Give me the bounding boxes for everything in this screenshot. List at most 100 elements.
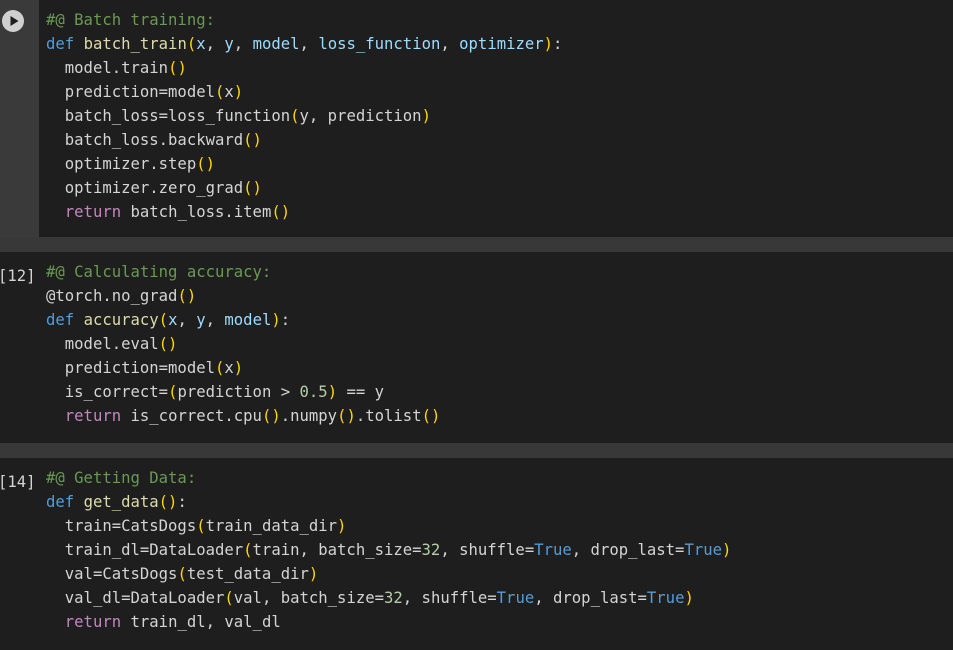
code-line[interactable]: def accuracy(x, y, model): bbox=[46, 308, 953, 332]
code-token: 32 bbox=[384, 589, 403, 607]
code-token: ( bbox=[243, 541, 253, 559]
code-token: : bbox=[280, 311, 291, 329]
code-token: return bbox=[64, 203, 122, 221]
code-token: def bbox=[46, 493, 75, 511]
code-line[interactable]: #@ Batch training: bbox=[46, 8, 953, 32]
code-token: () bbox=[158, 493, 178, 511]
code-token: , drop_last= bbox=[571, 541, 685, 559]
code-token: x bbox=[224, 359, 234, 377]
code-token: () bbox=[177, 287, 197, 305]
code-line[interactable]: is_correct=(prediction > 0.5) == y bbox=[46, 380, 953, 404]
code-token: True bbox=[684, 541, 723, 559]
code-token: .tolist bbox=[355, 407, 422, 425]
code-line[interactable]: model.eval() bbox=[46, 332, 953, 356]
code-token: , bbox=[233, 35, 253, 53]
code-line[interactable]: @torch.no_grad() bbox=[46, 284, 953, 308]
code-token: ( bbox=[196, 517, 206, 535]
code-token: 32 bbox=[421, 541, 441, 559]
code-token: accuracy bbox=[83, 311, 159, 329]
code-editor[interactable]: #@ Getting Data: def get_data(): train=Ca… bbox=[46, 466, 953, 634]
code-token: ( bbox=[215, 83, 225, 101]
code-token: ) bbox=[308, 565, 319, 583]
code-line[interactable]: prediction=model(x) bbox=[46, 356, 953, 380]
code-line[interactable]: train=CatsDogs(train_data_dir) bbox=[46, 514, 953, 538]
code-line[interactable]: prediction=model(x) bbox=[46, 80, 953, 104]
code-line[interactable]: val=CatsDogs(test_data_dir) bbox=[46, 562, 953, 586]
code-line[interactable]: model.train() bbox=[46, 56, 953, 80]
code-token: , shuffle= bbox=[402, 589, 497, 607]
code-token: , bbox=[177, 311, 197, 329]
code-token: y bbox=[196, 311, 206, 329]
code-token: True bbox=[646, 589, 685, 607]
code-line[interactable]: def batch_train(x, y, model, loss_functi… bbox=[46, 32, 953, 56]
code-token: () bbox=[158, 335, 178, 353]
code-line[interactable]: optimizer.step() bbox=[46, 152, 953, 176]
code-line[interactable]: batch_loss.backward() bbox=[46, 128, 953, 152]
code-token: train_dl, val_dl bbox=[121, 613, 281, 631]
code-token: val_dl=DataLoader bbox=[46, 589, 225, 607]
code-line[interactable]: return train_dl, val_dl bbox=[46, 610, 953, 634]
code-token: get_data bbox=[83, 493, 159, 511]
code-token: () bbox=[196, 155, 215, 173]
code-line[interactable]: batch_loss=loss_function(y, prediction) bbox=[46, 104, 953, 128]
code-line[interactable]: optimizer.zero_grad() bbox=[46, 176, 953, 200]
code-token: #@ Calculating accuracy: bbox=[46, 263, 272, 281]
run-cell-button[interactable] bbox=[2, 10, 24, 32]
code-token: test_data_dir bbox=[186, 565, 309, 583]
code-token: ( bbox=[158, 311, 169, 329]
code-token: : bbox=[553, 35, 563, 53]
code-cell-batch-train[interactable]: #@ Batch training: def batch_train(x, y, … bbox=[0, 0, 953, 237]
code-token: ) bbox=[722, 541, 732, 559]
code-line[interactable]: def get_data(): bbox=[46, 490, 953, 514]
code-token: model bbox=[224, 311, 272, 329]
play-icon bbox=[10, 16, 19, 26]
execution-count: [14] bbox=[0, 473, 36, 491]
code-token: ) bbox=[543, 35, 554, 53]
code-token: ( bbox=[177, 565, 187, 583]
code-token: return bbox=[64, 613, 122, 631]
code-token: () bbox=[168, 59, 187, 77]
code-token: ( bbox=[224, 589, 234, 607]
code-line[interactable]: train_dl=DataLoader(train, batch_size=32… bbox=[46, 538, 953, 562]
code-token: == y bbox=[337, 383, 385, 401]
code-token: True bbox=[534, 541, 572, 559]
code-token: ) bbox=[327, 383, 338, 401]
code-token: return bbox=[64, 407, 122, 425]
code-line[interactable]: #@ Calculating accuracy: bbox=[46, 260, 953, 284]
code-token: () bbox=[337, 407, 356, 425]
code-cell-get-data[interactable]: [14] #@ Getting Data: def get_data(): tra… bbox=[0, 458, 953, 650]
code-token: @torch.no_grad bbox=[46, 287, 178, 305]
code-line[interactable]: return is_correct.cpu().numpy().tolist() bbox=[46, 404, 953, 428]
code-token: () bbox=[271, 203, 291, 221]
code-token: , drop_last= bbox=[534, 589, 647, 607]
code-token: () bbox=[243, 179, 262, 197]
code-line[interactable]: val_dl=DataLoader(val, batch_size=32, sh… bbox=[46, 586, 953, 610]
code-token: model bbox=[252, 35, 300, 53]
code-token: y bbox=[224, 35, 234, 53]
code-token: optimizer.step bbox=[46, 155, 197, 173]
code-token: () bbox=[261, 407, 281, 425]
code-line[interactable]: #@ Getting Data: bbox=[46, 466, 953, 490]
code-token: train, batch_size= bbox=[252, 541, 422, 559]
code-token: ( bbox=[290, 107, 300, 125]
code-token: , shuffle= bbox=[440, 541, 535, 559]
code-token: , bbox=[205, 35, 225, 53]
code-token: , bbox=[440, 35, 460, 53]
code-cell-accuracy[interactable]: [12] #@ Calculating accuracy: @torch.no_g… bbox=[0, 252, 953, 443]
code-token: ( bbox=[215, 359, 225, 377]
code-token: , bbox=[299, 35, 319, 53]
code-token: prediction=model bbox=[46, 359, 215, 377]
code-token: model.train bbox=[46, 59, 169, 77]
code-line[interactable]: return batch_loss.item() bbox=[46, 200, 953, 224]
code-editor[interactable]: #@ Batch training: def batch_train(x, y, … bbox=[46, 8, 953, 224]
code-token: ) bbox=[684, 589, 694, 607]
code-token: : bbox=[177, 493, 187, 511]
code-token: #@ Getting Data: bbox=[46, 469, 197, 487]
code-token: train_data_dir bbox=[205, 517, 338, 535]
code-editor[interactable]: #@ Calculating accuracy: @torch.no_grad()… bbox=[46, 260, 953, 428]
